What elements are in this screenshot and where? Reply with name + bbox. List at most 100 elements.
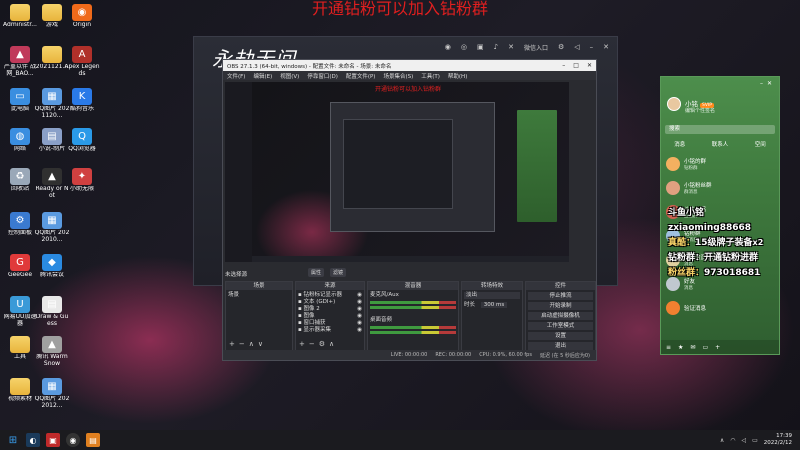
properties-button[interactable]: 属性 xyxy=(308,268,325,277)
avatar[interactable] xyxy=(667,97,681,111)
obs-control-button[interactable]: 退出 xyxy=(528,342,593,350)
red-app-icon[interactable]: ▣ xyxy=(46,433,60,447)
source-item[interactable]: ▪ 图像 2 ◉ xyxy=(298,306,362,313)
login-entry[interactable]: 微信入口 xyxy=(524,43,548,52)
desktop-icon[interactable]: Q QQ浏览器 xyxy=(64,128,100,153)
volume-icon[interactable]: ◁ xyxy=(742,437,747,444)
obs-control-button[interactable]: 工作室模式 xyxy=(528,322,593,330)
obs-icon[interactable]: ◉ xyxy=(66,433,80,447)
obs-control-button[interactable]: 开始录制 xyxy=(528,302,593,310)
obs-menu-item[interactable]: 停靠窗口(D) xyxy=(307,72,338,80)
folder-icon[interactable]: ▭ xyxy=(702,344,708,351)
obs-menu-item[interactable]: 帮助(H) xyxy=(448,72,467,80)
desktop-icon[interactable]: A Apex Legends xyxy=(64,46,100,77)
desktop-icon[interactable]: ♻ 回收站 xyxy=(2,168,38,193)
desktop-icon[interactable]: ✦ 小助无限 xyxy=(64,168,100,193)
obs-menu-item[interactable]: 文件(F) xyxy=(227,72,245,80)
eye-icon[interactable]: ◉ xyxy=(357,299,362,306)
menu-icon[interactable]: ≡ xyxy=(666,344,671,351)
source-item[interactable]: ▪ 文本 (GDI+) ◉ xyxy=(298,299,362,306)
up-icon[interactable]: ∧ xyxy=(249,340,258,348)
tab-space[interactable]: 空间 xyxy=(755,140,766,148)
desktop-icon[interactable]: ▤ Draw & Guess xyxy=(34,296,70,327)
transition-select[interactable]: 淡出 xyxy=(464,292,520,299)
steam-icon[interactable]: ◐ xyxy=(26,433,40,447)
battery-icon[interactable]: ▭ xyxy=(752,437,758,444)
desktop-icon[interactable]: K 酷狗音乐 xyxy=(64,88,100,113)
desktop-icon[interactable]: 视频素材 xyxy=(2,378,38,403)
obs-window[interactable]: OBS 27.1.3 (64-bit, windows) - 配置文件: 未命名… xyxy=(222,59,597,361)
source-item[interactable]: ▪ 钻粉标记显示器 ◉ xyxy=(298,292,362,299)
obs-menu-item[interactable]: 工具(T) xyxy=(421,72,440,80)
wifi-icon[interactable]: ◠ xyxy=(730,437,735,444)
list-item[interactable]: 验证消息 xyxy=(661,296,779,320)
obs-menu-item[interactable]: 编辑(E) xyxy=(253,72,272,80)
scene-item[interactable]: 场景 xyxy=(228,292,290,299)
desktop-icon[interactable]: ▦ QQ图片 2022010... xyxy=(34,212,70,243)
obs-minimize-button[interactable]: – xyxy=(562,62,565,69)
mic-volume-meter[interactable] xyxy=(370,301,456,304)
obs-maximize-button[interactable]: □ xyxy=(573,62,579,69)
desktop-icon[interactable]: ▭ 此电脑 xyxy=(2,88,38,113)
up-icon[interactable]: ∧ xyxy=(329,340,338,348)
desktop-icon[interactable]: ▲ 腾讯 Warm Snow xyxy=(34,336,70,367)
qq-close-button[interactable]: ✕ xyxy=(767,80,776,87)
eye-icon[interactable]: ◉ xyxy=(357,292,362,299)
minimize-icon[interactable]: – xyxy=(590,43,594,51)
qq-signature[interactable]: 编辑个性签名 xyxy=(685,107,715,114)
add-icon[interactable]: + xyxy=(715,344,720,351)
list-item[interactable]: 小铭的群 钻粉群 xyxy=(661,152,779,176)
obs-preview[interactable]: 开通钻粉可以加入钻粉群 xyxy=(225,82,569,262)
obs-close-button[interactable]: ✕ xyxy=(587,62,592,69)
desktop-icon[interactable]: ▲ 严重以伴 战网_BAO... xyxy=(2,46,38,77)
desktop-icon[interactable]: ◆ 腾讯会议 xyxy=(34,254,70,279)
qq-minimize-button[interactable]: – xyxy=(760,80,767,87)
tab-messages[interactable]: 消息 xyxy=(674,140,685,148)
qzone-icon[interactable]: ★ xyxy=(678,344,683,351)
desktop-volume-meter[interactable] xyxy=(370,326,456,329)
qq-search-input[interactable]: 搜索 xyxy=(665,125,775,134)
down-icon[interactable]: ∨ xyxy=(258,340,267,348)
desktop-icon[interactable]: ◉ Origin xyxy=(64,4,100,29)
obs-menu-item[interactable]: 视图(V) xyxy=(280,72,299,80)
settings-icon[interactable]: ⚙ xyxy=(558,43,564,51)
mute-icon[interactable]: ✕ xyxy=(508,43,514,51)
obs-menu-item[interactable]: 场景集合(S) xyxy=(383,72,413,80)
desktop-icon[interactable]: U 网易UU加速器 xyxy=(2,296,38,327)
mail-icon[interactable]: ✉ xyxy=(690,344,695,351)
desktop-icon[interactable]: Administr... xyxy=(2,4,38,29)
filters-button[interactable]: 滤镜 xyxy=(330,268,347,277)
add-icon[interactable]: + xyxy=(229,340,239,348)
douyin-icon[interactable]: ♪ xyxy=(494,43,498,51)
eye-icon[interactable]: ◉ xyxy=(357,306,362,313)
orange-app-icon[interactable]: ▤ xyxy=(86,433,100,447)
desktop-icon[interactable]: ◍ 网络 xyxy=(2,128,38,153)
close-icon[interactable]: ✕ xyxy=(603,43,609,51)
eye-icon[interactable]: ◉ xyxy=(357,327,362,334)
desktop-icon[interactable]: ⚙ 控制面板 xyxy=(2,212,38,237)
obs-control-button[interactable]: 设置 xyxy=(528,332,593,340)
clock[interactable]: 17:39 2022/2/12 xyxy=(764,433,792,447)
obs-control-button[interactable]: 启动虚拟摄像机 xyxy=(528,312,593,320)
add-icon[interactable]: + xyxy=(299,340,309,348)
bilibili-icon[interactable]: ▣ xyxy=(477,43,484,51)
windows-start-icon[interactable]: ⊞ xyxy=(6,433,20,447)
weibo-icon[interactable]: ◉ xyxy=(445,43,451,51)
desktop-icon[interactable]: ▦ QQ图片 2022012... xyxy=(34,378,70,409)
wechat-icon[interactable]: ◎ xyxy=(461,43,467,51)
chevron-up-icon[interactable]: ∧ xyxy=(720,437,724,444)
source-item[interactable]: ▪ 窗口捕获 ◉ xyxy=(298,320,362,327)
source-item[interactable]: ▪ 显示器采集 ◉ xyxy=(298,327,362,334)
remove-icon[interactable]: − xyxy=(239,340,249,348)
desktop-volume-slider[interactable] xyxy=(370,331,456,334)
duration-input[interactable]: 300 ms xyxy=(480,302,508,308)
desktop-icon[interactable]: 工具 xyxy=(2,336,38,361)
source-item[interactable]: ▪ 图像 ◉ xyxy=(298,313,362,320)
volume-icon[interactable]: ◁ xyxy=(574,43,579,51)
eye-icon[interactable]: ◉ xyxy=(357,320,362,327)
desktop-icon[interactable]: G GeeGee xyxy=(2,254,38,279)
list-item[interactable]: 小铭粉丝群 群消息 xyxy=(661,176,779,200)
obs-control-button[interactable]: 停止推流 xyxy=(528,292,593,300)
remove-icon[interactable]: − xyxy=(309,340,319,348)
eye-icon[interactable]: ◉ xyxy=(357,313,362,320)
